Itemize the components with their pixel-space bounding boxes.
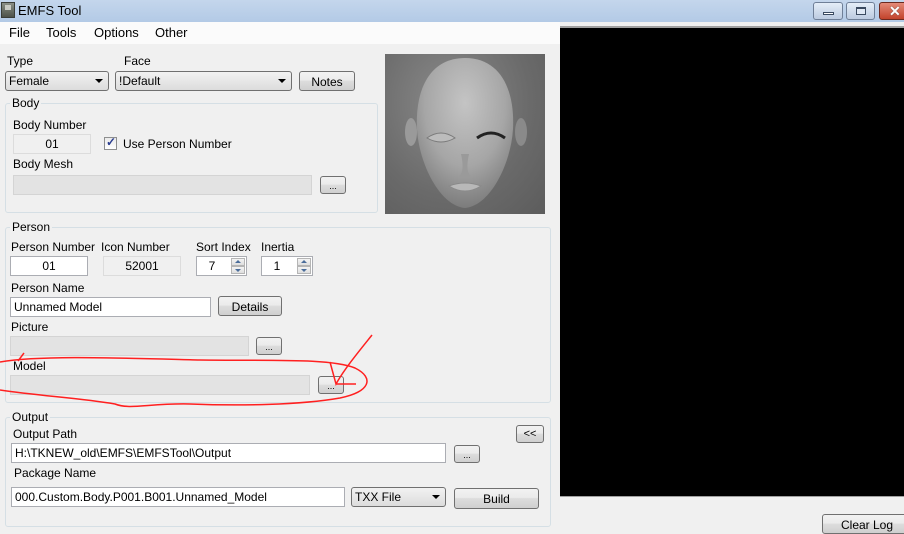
icon-number-field: 52001 (103, 256, 181, 276)
spin-down-icon[interactable] (231, 266, 245, 274)
format-select[interactable]: TXX File (351, 487, 446, 507)
body-group-title: Body (10, 96, 42, 110)
details-button[interactable]: Details (218, 296, 282, 316)
log-divider (560, 496, 904, 497)
person-number-label: Person Number (11, 240, 96, 254)
head-render-icon (405, 58, 527, 208)
person-name-field[interactable]: Unnamed Model (10, 297, 211, 317)
output-path-browse-button[interactable]: ... (454, 445, 480, 463)
type-value: Female (9, 74, 50, 88)
picture-label: Picture (11, 320, 49, 334)
face-select[interactable]: !Default (115, 71, 292, 91)
close-button[interactable]: ✕ (879, 2, 904, 20)
body-number-field[interactable]: 01 (13, 134, 91, 154)
picture-browse-button[interactable]: ... (256, 337, 282, 355)
menu-file[interactable]: File (9, 25, 30, 40)
body-number-label: Body Number (13, 118, 87, 132)
menu-tools[interactable]: Tools (46, 25, 76, 40)
body-mesh-label: Body Mesh (13, 157, 74, 171)
package-name-label: Package Name (14, 466, 97, 480)
sort-index-value: 7 (208, 259, 216, 273)
chevron-down-icon (95, 79, 103, 83)
window-title: EMFS Tool (18, 3, 82, 18)
use-person-number-label[interactable]: Use Person Number (123, 137, 232, 151)
use-person-number-checkbox[interactable]: ✓ (104, 135, 117, 150)
person-number-field[interactable]: 01 (10, 256, 88, 276)
picture-field[interactable] (10, 336, 249, 356)
spin-up-icon[interactable] (297, 258, 311, 266)
log-output[interactable] (560, 26, 904, 496)
chevron-down-icon (432, 495, 440, 499)
spin-down-icon[interactable] (297, 266, 311, 274)
face-value: !Default (119, 74, 161, 88)
body-mesh-field[interactable] (13, 175, 312, 195)
output-path-field[interactable]: H:\TKNEW_old\EMFS\EMFSTool\Output (11, 443, 446, 463)
person-group-title: Person (10, 220, 53, 234)
body-mesh-browse-button[interactable]: ... (320, 176, 346, 194)
model-browse-button[interactable]: ... (318, 376, 344, 394)
build-button[interactable]: Build (454, 488, 539, 509)
collapse-button[interactable]: << (516, 425, 544, 443)
inertia-spinner[interactable]: 1 (261, 256, 313, 276)
person-name-label: Person Name (11, 281, 85, 295)
icon-number-label: Icon Number (101, 240, 170, 254)
model-label: Model (13, 359, 46, 373)
maximize-button[interactable] (846, 2, 875, 20)
inertia-value: 1 (273, 259, 281, 273)
title-bar: EMFS Tool ✕ (0, 0, 904, 22)
app-icon (1, 2, 15, 18)
model-field[interactable] (10, 375, 310, 395)
output-path-label: Output Path (13, 427, 78, 441)
menu-other[interactable]: Other (155, 25, 188, 40)
clear-log-button[interactable]: Clear Log (822, 514, 904, 534)
inertia-label: Inertia (261, 240, 295, 254)
chevron-down-icon (278, 79, 286, 83)
output-group-title: Output (10, 410, 51, 424)
close-icon: ✕ (889, 3, 901, 19)
package-name-field[interactable]: 000.Custom.Body.P001.B001.Unnamed_Model (11, 487, 345, 507)
face-preview-image (385, 54, 545, 214)
menu-bar: File Tools Options Other (0, 22, 560, 44)
sort-index-spinner[interactable]: 7 (196, 256, 247, 276)
sort-index-label: Sort Index (196, 240, 251, 254)
type-label: Type (7, 54, 34, 68)
spin-up-icon[interactable] (231, 258, 245, 266)
notes-button[interactable]: Notes (299, 71, 355, 91)
minimize-icon (823, 12, 834, 15)
maximize-icon (856, 7, 866, 15)
format-value: TXX File (355, 490, 402, 504)
checkmark-icon: ✓ (106, 135, 117, 149)
minimize-button[interactable] (813, 2, 843, 20)
type-select[interactable]: Female (5, 71, 109, 91)
face-label: Face (124, 54, 151, 68)
menu-options[interactable]: Options (94, 25, 139, 40)
